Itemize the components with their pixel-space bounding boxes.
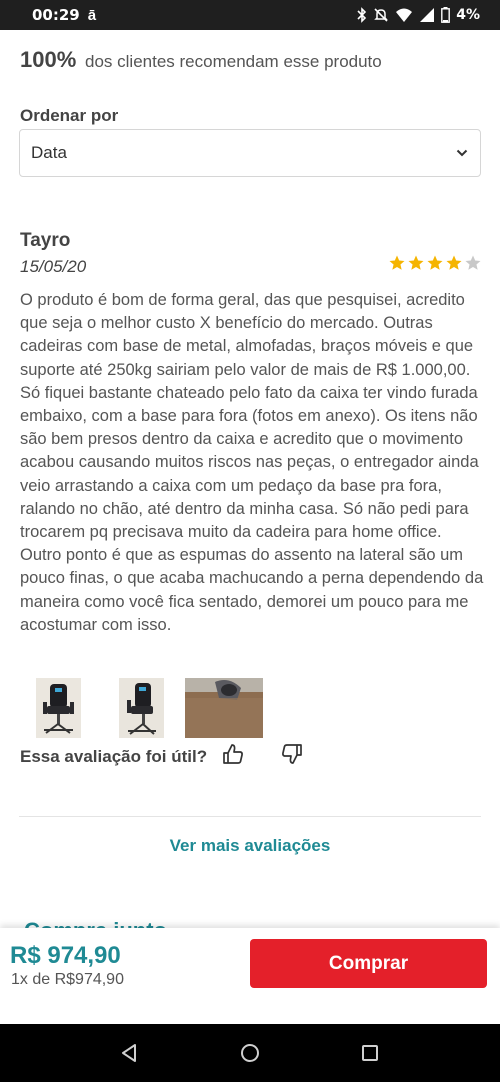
sort-dropdown[interactable]: Data [19,129,481,177]
thumbs-up-icon[interactable] [222,743,244,770]
buy-together-heading: Compre junto [24,918,167,928]
recents-icon[interactable] [361,1043,379,1068]
recommendation-summary: 100% dos clientes recomendam esse produt… [20,47,382,73]
battery-icon [441,7,451,23]
status-bar: 00:29 ā 4% [0,0,500,30]
battery-percent: 4% [456,7,480,23]
bluetooth-icon [357,7,367,23]
review-photo-thumbnail[interactable] [185,678,263,738]
recommend-percent: 100% [20,47,77,72]
wifi-icon [395,7,413,23]
helpful-question: Essa avaliação foi útil? [20,747,208,766]
notification-indicator: ā [87,6,97,24]
status-time: 00:29 [32,6,80,24]
review-photo-thumbnail[interactable] [36,678,81,738]
star-empty-icon [465,255,481,270]
see-more-reviews-link[interactable]: Ver mais avaliações [0,836,500,856]
star-filled-icon [389,255,405,270]
review-body: O produto é bom de forma geral, das que … [20,291,484,634]
home-icon[interactable] [240,1043,260,1068]
purchase-bar: R$ 974,90 1x de R$974,90 Comprar [0,928,500,1024]
thumbs-down-icon[interactable] [281,743,303,770]
review-rating-stars [388,254,482,272]
star-filled-icon [446,255,462,270]
status-icons: 4% [357,7,480,23]
star-filled-icon [427,255,443,270]
divider [19,816,481,817]
recommend-text: dos clientes recomendam esse produto [85,52,382,71]
chevron-down-icon [456,149,468,157]
system-nav-bar [0,1024,500,1082]
signal-icon [419,7,435,23]
review-photo-thumbnail[interactable] [119,678,164,738]
product-price: R$ 974,90 [10,942,121,969]
star-filled-icon [408,255,424,270]
review-author: Tayro [20,230,71,251]
review-date: 15/05/20 [20,257,87,276]
mute-icon [373,7,389,23]
installment-info: 1x de R$974,90 [11,971,124,988]
back-icon[interactable] [120,1043,138,1068]
buy-button[interactable]: Comprar [250,939,487,988]
sort-selected-value: Data [31,143,67,162]
sort-label: Ordenar por [20,106,119,125]
reviews-section: 100% dos clientes recomendam esse produt… [0,30,500,928]
